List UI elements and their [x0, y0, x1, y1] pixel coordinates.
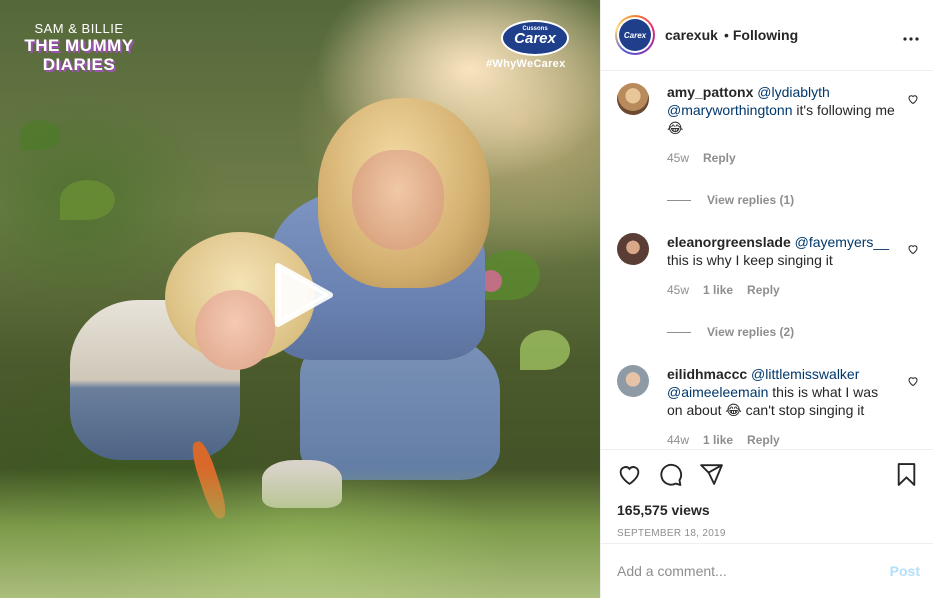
comment-like-icon[interactable] — [907, 243, 919, 255]
hashtag-overlay: #WhyWeCarex — [486, 58, 566, 70]
commenter-avatar[interactable] — [617, 83, 649, 115]
comment-body: eilidhmaccc @littlemisswalker @aimeeleem… — [667, 365, 895, 449]
view-replies-label: View replies (2) — [707, 325, 795, 339]
avatar-logo: Carex — [619, 19, 651, 51]
comment-likes[interactable]: 1 like — [703, 431, 733, 449]
more-options-icon[interactable] — [903, 25, 919, 46]
reply-button[interactable]: Reply — [747, 281, 780, 299]
show-title-line1: SAM & BILLIE — [34, 21, 124, 36]
more-options-icon — [903, 36, 919, 41]
action-bar — [617, 462, 919, 486]
brand-logo-small-text: Cussons — [522, 26, 548, 32]
heart-icon[interactable] — [617, 462, 642, 487]
reply-button[interactable]: Reply — [747, 431, 780, 449]
brand-logo: Cussons Carex — [501, 20, 569, 56]
comment-body: amy_pattonx @lydiablyth @maryworthington… — [667, 83, 895, 167]
girl-figure — [195, 290, 275, 370]
comment-body: eleanorgreenslade @fayemyers__ this is w… — [667, 233, 895, 299]
foliage — [60, 180, 115, 220]
comment-username[interactable]: eilidhmaccc — [667, 366, 747, 382]
comment-like-icon[interactable] — [907, 93, 919, 105]
separator-dot: • — [723, 27, 729, 43]
comment-input[interactable] — [617, 563, 890, 579]
comment-item: amy_pattonx @lydiablyth @maryworthington… — [617, 83, 919, 167]
comment-meta: 45w 1 like Reply — [667, 281, 895, 299]
avatar-inner: Carex — [617, 17, 653, 53]
commenter-avatar[interactable] — [617, 365, 649, 397]
account-username[interactable]: carexuk — [665, 27, 718, 43]
play-icon[interactable] — [270, 262, 336, 328]
post-view: SAM & BILLIE THE MUMMY DIARIES Cussons C… — [0, 0, 933, 598]
comment-mention[interactable]: @fayemyers__ — [795, 234, 889, 250]
comment-mention[interactable]: @lydiablyth — [757, 84, 830, 100]
follow-status-button[interactable]: Following — [733, 27, 798, 43]
post-side-panel: Carex carexuk • Following amy_pattonx @l… — [600, 0, 933, 598]
post-comment-button[interactable]: Post — [890, 563, 920, 579]
post-date[interactable]: SEPTEMBER 18, 2019 — [617, 528, 919, 539]
brand-logo-text: Carex — [514, 29, 556, 47]
show-title-line2: THE MUMMY — [24, 36, 134, 55]
comment-text: this is why I keep singing it — [667, 252, 833, 268]
replies-divider — [667, 331, 691, 333]
comment-icon[interactable] — [658, 462, 683, 487]
view-replies-button[interactable]: View replies (1) — [667, 193, 919, 207]
post-header: Carex carexuk • Following — [601, 0, 933, 71]
comment-likes[interactable]: 1 like — [703, 281, 733, 299]
replies-divider — [667, 199, 691, 201]
comment-item: eilidhmaccc @littlemisswalker @aimeeleem… — [617, 365, 919, 449]
share-icon[interactable] — [699, 462, 724, 487]
view-count[interactable]: 165,575 views — [617, 502, 919, 518]
comment-item: eleanorgreenslade @fayemyers__ this is w… — [617, 233, 919, 299]
view-replies-button[interactable]: View replies (2) — [667, 325, 919, 339]
comment-username[interactable]: eleanorgreenslade — [667, 234, 791, 250]
post-actions-section: 165,575 views SEPTEMBER 18, 2019 — [601, 449, 933, 539]
foliage — [20, 120, 60, 150]
comment-username[interactable]: amy_pattonx — [667, 84, 753, 100]
comment-mention[interactable]: @aimeeleemain — [667, 384, 768, 400]
add-comment-form: Post — [601, 543, 933, 598]
view-replies-label: View replies (1) — [707, 193, 795, 207]
comment-meta: 44w 1 like Reply — [667, 431, 895, 449]
comment-age[interactable]: 44w — [667, 431, 689, 449]
show-title-line3: DIARIES — [42, 55, 116, 74]
comments-list[interactable]: amy_pattonx @lydiablyth @maryworthington… — [601, 71, 933, 449]
avatar[interactable]: Carex — [615, 15, 655, 55]
video-player[interactable]: SAM & BILLIE THE MUMMY DIARIES Cussons C… — [0, 0, 600, 598]
bookmark-icon[interactable] — [894, 462, 919, 487]
comment-age[interactable]: 45w — [667, 281, 689, 299]
comment-mention[interactable]: @littlemisswalker — [751, 366, 859, 382]
show-title: SAM & BILLIE THE MUMMY DIARIES — [14, 22, 144, 73]
woman-figure — [352, 150, 444, 250]
comment-like-icon[interactable] — [907, 375, 919, 387]
foliage — [520, 330, 570, 370]
comment-age[interactable]: 45w — [667, 149, 689, 167]
grass-foreground — [0, 468, 600, 598]
comment-meta: 45w Reply — [667, 149, 895, 167]
reply-button[interactable]: Reply — [703, 149, 736, 167]
comment-mention[interactable]: @maryworthingtonn — [667, 102, 793, 118]
commenter-avatar[interactable] — [617, 233, 649, 265]
